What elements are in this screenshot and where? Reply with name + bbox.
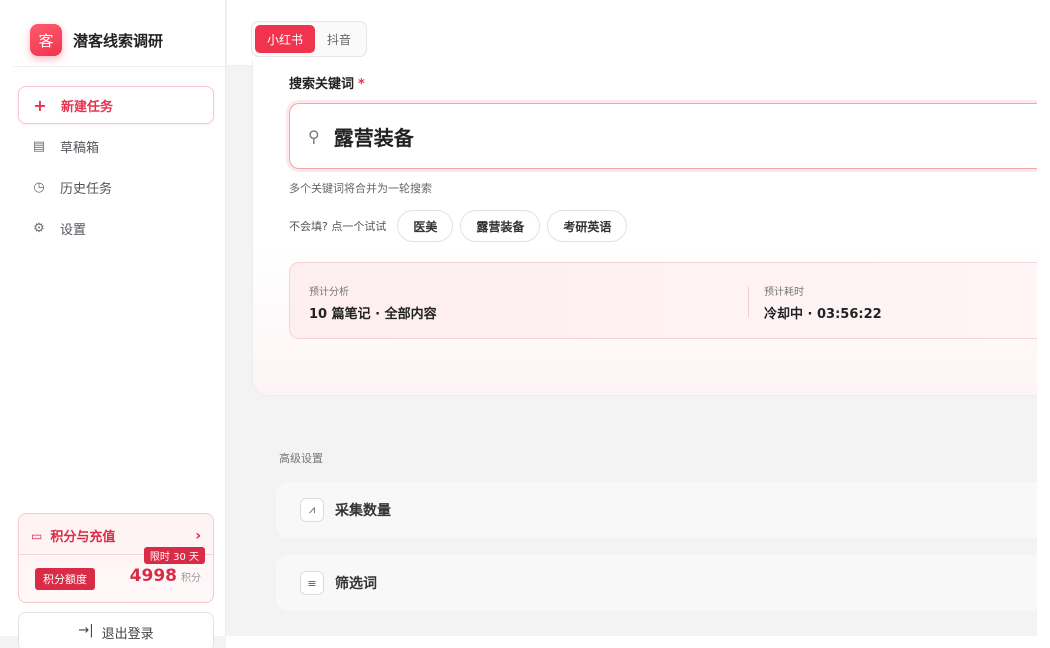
chevron-right-icon: ›	[195, 527, 201, 544]
search-box[interactable]: ⚲	[289, 103, 1050, 169]
suggestion-chip[interactable]: 考研英语	[547, 210, 628, 242]
estimate-divider	[748, 287, 749, 317]
sidebar-item-label: 历史任务	[60, 181, 113, 197]
sidebar-nav: + 新建任务 ▤ 草稿箱 ◷ 历史任务 ⚙ 设置	[18, 86, 214, 250]
sidebar: 客 潜客线索调研 + 新建任务 ▤ 草稿箱 ◷ 历史任务 ⚙ 设置 ▭ 积分与充…	[0, 0, 226, 648]
tab-douyin[interactable]: 抖音	[315, 25, 363, 53]
advanced-row-label: 采集数量	[335, 503, 391, 519]
sidebar-item-label: 设置	[60, 222, 87, 238]
sidebar-item-label: 草稿箱	[60, 140, 100, 156]
filter-icon: ≡	[300, 571, 324, 595]
quota-value: 4998 积分	[130, 566, 201, 586]
sidebar-divider	[14, 66, 225, 67]
chart-icon: ⩘	[300, 498, 324, 522]
top-bar: 小红书 抖音	[227, 0, 1050, 66]
window-bottom-edge	[226, 636, 1050, 648]
quota-unit: 积分	[181, 573, 201, 584]
estimate-panel: 预计分析 10 篇笔记 · 全部内容 预计耗时 冷却中 · 03:56:22	[289, 262, 1050, 339]
sidebar-item-label: 新建任务	[61, 99, 114, 115]
advanced-settings-title: 高级设置	[279, 452, 323, 465]
advanced-row-label: 筛选词	[335, 576, 377, 592]
logout-label: 退出登录	[101, 627, 154, 642]
suggestion-label: 不会填? 点一个试试	[289, 220, 387, 233]
search-hint: 多个关键词将合并为一轮搜索	[289, 182, 432, 195]
estimate-analysis-value: 10 篇笔记 · 全部内容	[309, 307, 437, 322]
credits-card[interactable]: ▭ 积分与充值 › 限时 30 天 积分额度 4998 积分	[18, 513, 214, 603]
app-logo: 客	[30, 24, 62, 56]
quota-number: 4998	[129, 566, 177, 586]
advanced-row-filter-words[interactable]: ≡ 筛选词	[276, 555, 1050, 611]
tab-xiaohongshu[interactable]: 小红书	[255, 25, 316, 53]
logout-icon: →|	[78, 623, 94, 638]
sidebar-item-history[interactable]: ◷ 历史任务	[18, 168, 214, 206]
search-label-text: 搜索关键词	[289, 77, 355, 92]
document-icon: ▤	[32, 138, 46, 154]
suggestion-row: 不会填? 点一个试试 医美 露营装备 考研英语	[289, 210, 634, 242]
suggestion-chip[interactable]: 医美	[397, 210, 454, 242]
keyword-input[interactable]	[333, 124, 934, 148]
search-card: 搜索关键词* ⚲ 多个关键词将合并为一轮搜索 不会填? 点一个试试 医美 露营装…	[252, 60, 1050, 396]
window-right-edge	[1037, 66, 1050, 648]
credits-title: 积分与充值	[50, 530, 116, 545]
platform-tabs: 小红书 抖音	[251, 21, 368, 57]
sidebar-item-settings[interactable]: ⚙ 设置	[18, 209, 214, 247]
required-mark: *	[358, 77, 365, 92]
suggestion-chip[interactable]: 露营装备	[460, 210, 541, 242]
card-icon: ▭	[31, 528, 43, 543]
estimate-time-value: 冷却中 · 03:56:22	[764, 307, 882, 322]
sidebar-item-drafts[interactable]: ▤ 草稿箱	[18, 127, 214, 165]
logout-button[interactable]: →| 退出登录	[18, 612, 214, 648]
search-icon: ⚲	[308, 126, 320, 146]
credits-header: ▭ 积分与充值 ›	[31, 526, 201, 546]
advanced-row-collect-count[interactable]: ⩘ 采集数量	[276, 482, 1050, 538]
estimate-analysis-label: 预计分析	[309, 287, 349, 298]
sidebar-item-new-task[interactable]: + 新建任务	[18, 86, 214, 124]
plus-icon: +	[33, 95, 47, 115]
brand: 客 潜客线索调研	[30, 24, 163, 56]
search-field-label: 搜索关键词 *	[289, 73, 365, 92]
app-name: 潜客线索调研	[73, 31, 164, 50]
estimate-time-label: 预计耗时	[764, 287, 804, 298]
limit-badge: 限时 30 天	[143, 547, 205, 564]
quota-label: 积分额度	[35, 568, 95, 590]
gear-icon: ⚙	[33, 220, 45, 236]
clock-icon: ◷	[33, 179, 45, 195]
